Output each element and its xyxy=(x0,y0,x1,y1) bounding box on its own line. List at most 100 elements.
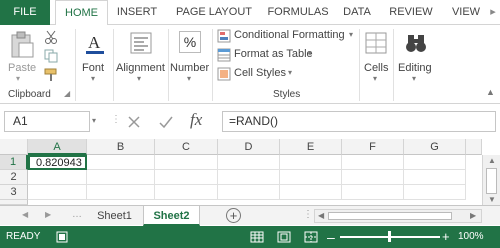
cell-b2[interactable] xyxy=(87,170,155,185)
cell-d1[interactable] xyxy=(218,155,280,170)
number-format-button[interactable]: % Number ▾ xyxy=(170,29,210,85)
formula-bar: A1 ▾ ⋮ fx =RAND() xyxy=(0,108,500,134)
column-header-f[interactable]: F xyxy=(342,139,404,155)
tab-page-layout[interactable]: PAGE LAYOUT xyxy=(168,0,260,25)
cell-d3[interactable] xyxy=(218,185,280,200)
vertical-scrollbar[interactable]: ▲ ▼ xyxy=(482,155,500,205)
font-label: Font xyxy=(82,62,105,74)
cell-a1[interactable]: 0.820943 xyxy=(28,155,87,170)
zoom-slider-thumb[interactable] xyxy=(388,231,391,242)
format-painter-icon[interactable] xyxy=(44,68,58,82)
normal-view-icon[interactable] xyxy=(250,231,264,243)
insert-function-icon[interactable]: fx xyxy=(190,110,202,130)
tab-view[interactable]: VIEW xyxy=(446,0,486,25)
cell-c1[interactable] xyxy=(155,155,218,170)
column-header-e[interactable]: E xyxy=(280,139,342,155)
collapse-ribbon-icon[interactable]: ▲ xyxy=(486,87,495,97)
tab-insert[interactable]: INSERT xyxy=(112,0,162,25)
percent-icon: % xyxy=(179,31,201,53)
cell-styles-button[interactable]: Cell Styles ▾ xyxy=(216,66,296,83)
sheet-tab-sheet2[interactable]: Sheet2 xyxy=(143,206,200,226)
tab-home[interactable]: HOME xyxy=(55,0,108,26)
clipboard-launcher-icon[interactable]: ◢ xyxy=(64,89,70,98)
cut-icon[interactable] xyxy=(44,30,58,44)
tab-data[interactable]: DATA xyxy=(336,0,378,25)
scroll-up-icon[interactable]: ▲ xyxy=(488,156,496,165)
sheet-scroll-left-icon[interactable]: ◀ xyxy=(22,210,28,219)
cell-c3[interactable] xyxy=(155,185,218,200)
editing-label: Editing xyxy=(398,62,432,74)
tab-split-handle-icon[interactable]: ⋮ xyxy=(303,209,313,220)
chevron-down-icon: ▾ xyxy=(137,74,142,83)
cell-g2[interactable] xyxy=(404,170,466,185)
cell-d2[interactable] xyxy=(218,170,280,185)
paste-label: Paste xyxy=(8,62,37,74)
column-header-a[interactable]: A xyxy=(28,139,87,155)
tab-review[interactable]: REVIEW xyxy=(386,0,436,25)
name-box-dropdown-icon[interactable]: ▾ xyxy=(92,116,96,125)
clipboard-group-label: Clipboard xyxy=(8,89,51,100)
font-button[interactable]: A Font ▾ xyxy=(78,29,112,85)
scroll-left-icon[interactable]: ◀ xyxy=(318,211,324,220)
macro-record-icon[interactable] xyxy=(56,231,68,243)
cell-b1[interactable] xyxy=(87,155,155,170)
column-header-overflow xyxy=(466,139,482,155)
sheet-tab-overflow[interactable]: … xyxy=(72,209,82,220)
worksheet-grid[interactable]: A B C D E F G 1 2 3 0.820943 xyxy=(0,139,500,205)
tab-file[interactable]: FILE xyxy=(0,0,50,25)
cell-g1[interactable] xyxy=(404,155,466,170)
page-layout-view-icon[interactable] xyxy=(277,231,291,243)
select-all-corner[interactable] xyxy=(0,139,28,155)
page-break-preview-icon[interactable] xyxy=(304,231,318,243)
cell-f3[interactable] xyxy=(342,185,404,200)
formula-bar-grip-icon[interactable]: ⋮ xyxy=(111,114,121,125)
excel-window: FILE HOME INSERT PAGE LAYOUT FORMULAS DA… xyxy=(0,0,500,248)
new-sheet-button[interactable]: + xyxy=(226,208,241,223)
scroll-down-icon[interactable]: ▼ xyxy=(488,195,496,204)
alignment-button[interactable]: Alignment ▾ xyxy=(115,29,167,85)
paste-button[interactable]: Paste ▾ xyxy=(6,29,38,83)
column-header-b[interactable]: B xyxy=(87,139,155,155)
cell-b3[interactable] xyxy=(87,185,155,200)
chevron-down-icon: ▾ xyxy=(349,30,354,39)
format-as-table-button[interactable]: Format as Table ▾ xyxy=(216,47,316,64)
sheet-scroll-right-icon[interactable]: ▶ xyxy=(45,210,51,219)
cell-f1[interactable] xyxy=(342,155,404,170)
row-header-1[interactable]: 1 xyxy=(0,155,28,170)
name-box[interactable]: A1 xyxy=(4,111,90,132)
cell-e2[interactable] xyxy=(280,170,342,185)
ribbon-tab-bar: FILE HOME INSERT PAGE LAYOUT FORMULAS DA… xyxy=(0,0,500,26)
cell-styles-label: Cell Styles xyxy=(234,67,286,79)
column-header-d[interactable]: D xyxy=(218,139,280,155)
zoom-in-button[interactable]: + xyxy=(442,226,450,248)
zoom-level[interactable]: 100% xyxy=(458,226,484,248)
scroll-right-icon[interactable]: ▶ xyxy=(470,211,476,220)
chevron-down-icon: ▾ xyxy=(412,74,417,83)
cell-c2[interactable] xyxy=(155,170,218,185)
horizontal-scrollbar[interactable]: ◀ ▶ xyxy=(314,209,482,223)
cancel-icon[interactable] xyxy=(126,114,142,130)
sheet-tab-sheet1[interactable]: Sheet1 xyxy=(88,206,141,226)
vertical-scroll-thumb[interactable] xyxy=(486,168,497,194)
copy-icon[interactable] xyxy=(44,49,58,63)
horizontal-scroll-thumb[interactable] xyxy=(328,212,452,220)
tab-overflow-arrow-icon[interactable]: ▸ xyxy=(486,0,500,25)
column-header-g[interactable]: G xyxy=(404,139,466,155)
row-header-3[interactable]: 3 xyxy=(0,185,28,200)
cells-button[interactable]: Cells ▾ xyxy=(361,29,391,85)
tab-formulas[interactable]: FORMULAS xyxy=(264,0,332,25)
column-header-c[interactable]: C xyxy=(155,139,218,155)
enter-check-icon[interactable] xyxy=(158,114,174,130)
conditional-formatting-button[interactable]: Conditional Formatting ▾ xyxy=(216,28,358,45)
cell-e3[interactable] xyxy=(280,185,342,200)
cell-f2[interactable] xyxy=(342,170,404,185)
cell-a2[interactable] xyxy=(28,170,87,185)
cell-e1[interactable] xyxy=(280,155,342,170)
cell-g3[interactable] xyxy=(404,185,466,200)
cell-a3[interactable] xyxy=(28,185,87,200)
zoom-out-button[interactable]: – xyxy=(327,226,335,248)
cells-icon xyxy=(365,32,387,54)
editing-button[interactable]: Editing ▾ xyxy=(396,29,436,85)
formula-input[interactable]: =RAND() xyxy=(222,111,496,132)
row-header-2[interactable]: 2 xyxy=(0,170,28,185)
